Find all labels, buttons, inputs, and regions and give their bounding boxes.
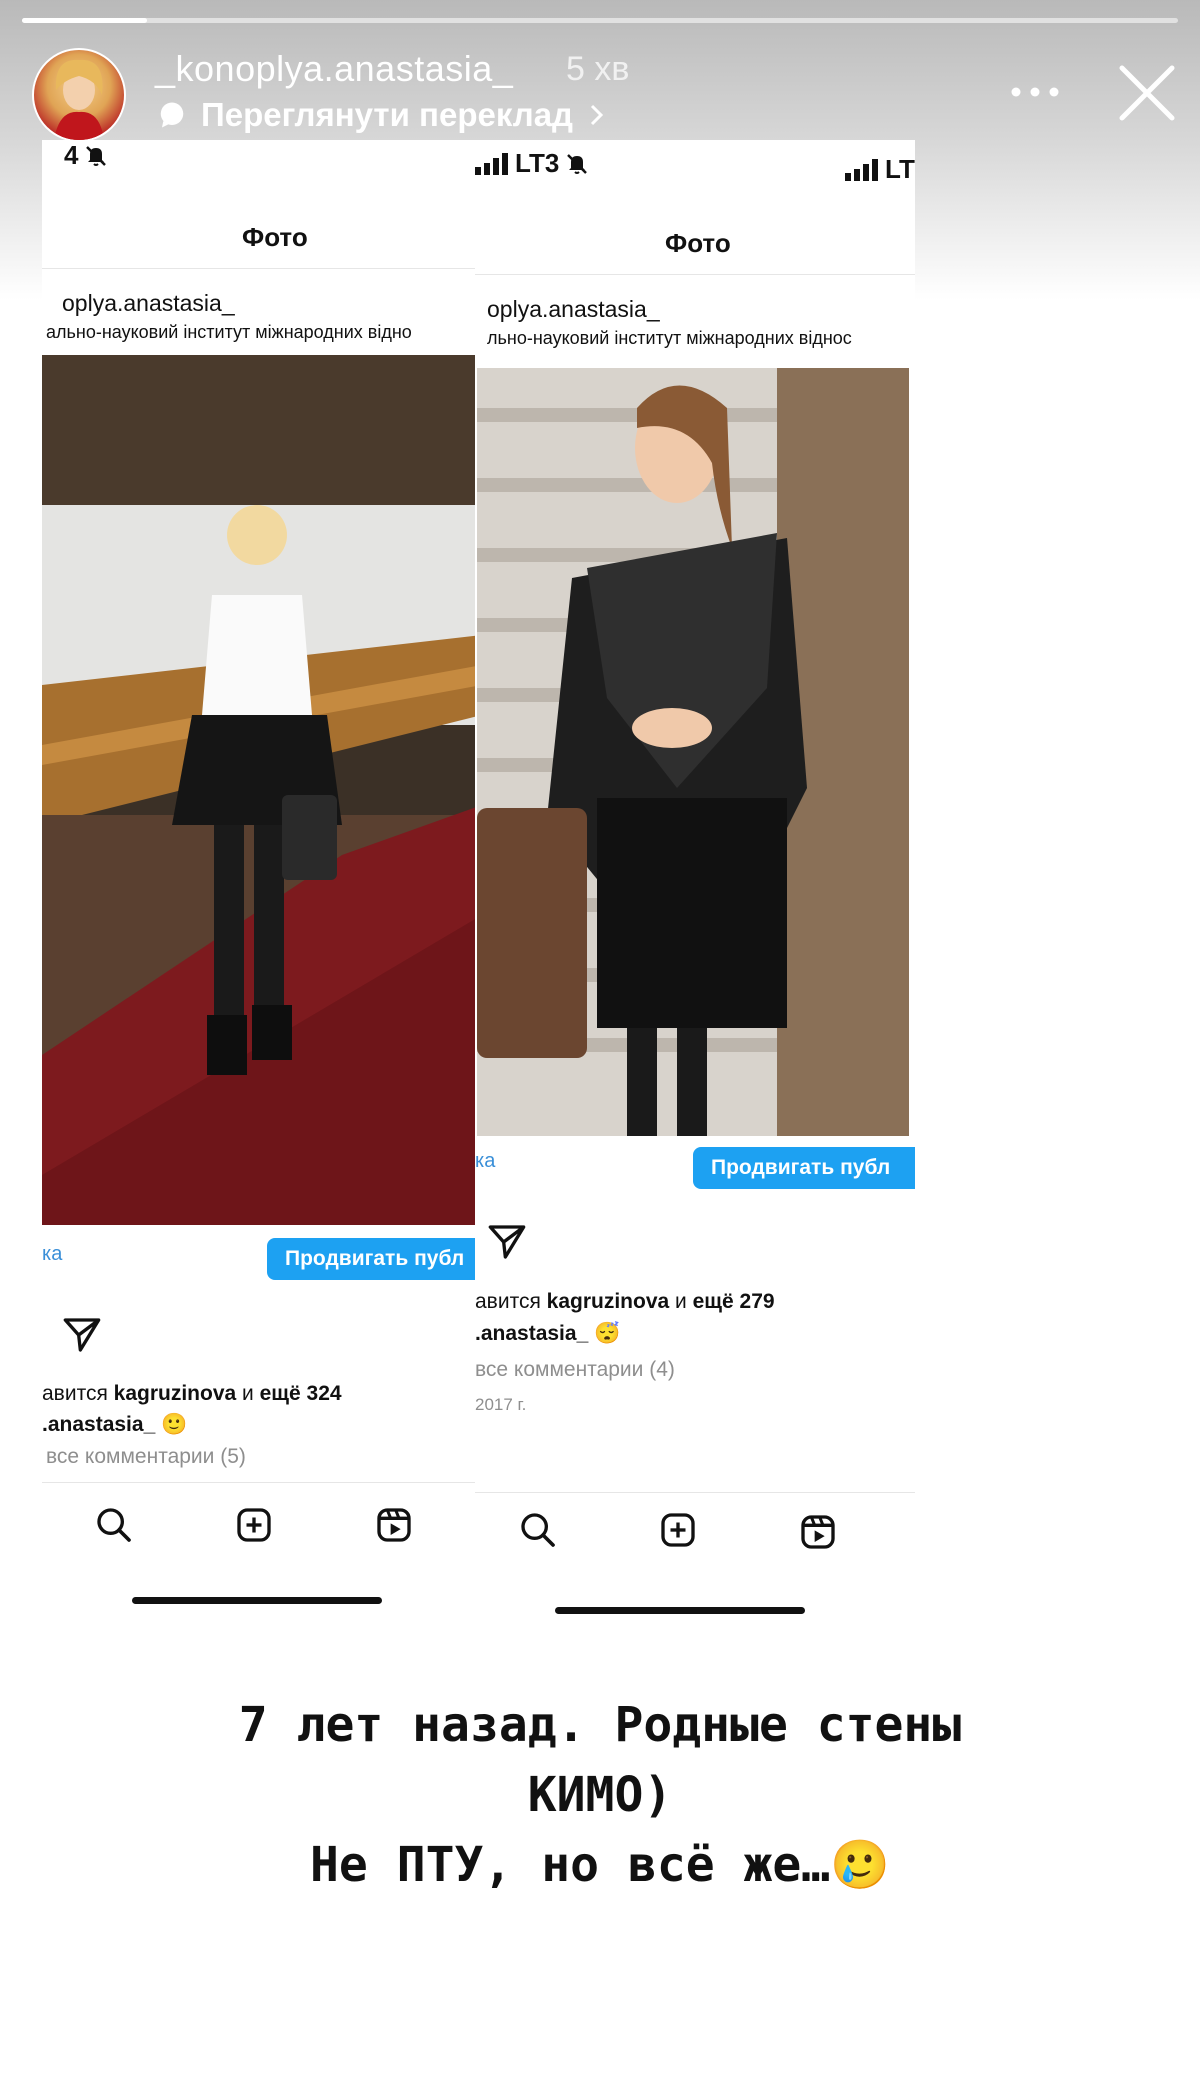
- right-likes-user[interactable]: kagruzinova: [547, 1290, 670, 1313]
- signal-bars-icon: [475, 152, 508, 175]
- right-likes-prefix: авится: [475, 1290, 547, 1313]
- right-post-location[interactable]: льно-науковий інститут міжнародних відно…: [487, 328, 852, 349]
- left-link-fragment[interactable]: ка: [42, 1243, 62, 1266]
- right-likes-line[interactable]: авится kagruzinova и ещё 279: [475, 1290, 775, 1314]
- left-caption: .anastasia_ 🙂: [42, 1413, 187, 1437]
- left-screenshot: 4 Фото oplya.anastasia_ ально-науковий і…: [42, 140, 482, 1610]
- story-time-ago: 5 хв: [566, 50, 630, 88]
- left-likes-count[interactable]: ещё 324: [260, 1382, 342, 1405]
- left-home-indicator: [132, 1597, 382, 1604]
- left-likes-mid: и: [236, 1382, 260, 1405]
- right-home-indicator: [555, 1607, 805, 1614]
- left-header-divider: [42, 268, 482, 269]
- right-share-icon[interactable]: [487, 1222, 527, 1262]
- story-text-line-3-text: Не ПТУ, но всё же…: [310, 1837, 831, 1893]
- chevron-right-icon: [590, 104, 604, 126]
- right-post-username[interactable]: oplya.anastasia_: [487, 296, 660, 323]
- story-username[interactable]: _konoplya.anastasia_: [155, 48, 513, 90]
- left-reels-icon[interactable]: [374, 1505, 414, 1545]
- close-icon[interactable]: [1116, 62, 1178, 124]
- left-search-icon[interactable]: [94, 1505, 134, 1545]
- left-status-count: 4: [64, 140, 79, 170]
- left-post-photo: [42, 355, 482, 1225]
- right-link-fragment[interactable]: ка: [475, 1150, 495, 1173]
- left-likes-prefix: авится: [42, 1382, 114, 1405]
- right-likes-count[interactable]: ещё 279: [693, 1290, 775, 1313]
- right-promote-button[interactable]: Продвигать публ: [693, 1147, 915, 1189]
- right-status-bar-left: LT3: [475, 148, 589, 179]
- left-post-location[interactable]: ально-науковий інститут міжнародних відн…: [46, 322, 412, 343]
- sad-emoji-icon: 🥲: [830, 1837, 890, 1893]
- sleepy-emoji-icon: 😴: [594, 1322, 621, 1345]
- right-comments-link[interactable]: все комментарии (4): [475, 1358, 675, 1382]
- network-type-label: LT: [885, 154, 915, 184]
- signal-bars-icon: [845, 158, 878, 181]
- story-text-line-3: Не ПТУ, но всё же…🥲: [60, 1830, 1140, 1900]
- left-share-icon[interactable]: [62, 1315, 102, 1355]
- right-caption-user[interactable]: .anastasia_: [475, 1322, 588, 1345]
- right-post-photo: [477, 368, 909, 1136]
- see-translation-button[interactable]: Переглянути переклад: [157, 95, 607, 135]
- right-add-post-icon[interactable]: [658, 1510, 698, 1550]
- smile-emoji-icon: 🙂: [161, 1413, 188, 1436]
- right-caption: .anastasia_ 😴: [475, 1322, 620, 1346]
- story-text-line-2: КИМО): [527, 1767, 673, 1823]
- left-post-username[interactable]: oplya.anastasia_: [62, 290, 235, 317]
- left-comments-link[interactable]: все комментарии (5): [46, 1445, 246, 1469]
- right-tabbar-divider: [475, 1492, 915, 1493]
- right-header-divider: [475, 274, 915, 275]
- story-text-line-1: 7 лет назад. Родные стены: [238, 1697, 962, 1753]
- mute-bell-icon: [567, 153, 588, 174]
- mute-bell-icon: [86, 145, 107, 166]
- story-progress-bar: [22, 18, 1178, 23]
- more-dots-icon[interactable]: [1010, 86, 1060, 98]
- right-post-date: 2017 г.: [475, 1395, 527, 1414]
- right-page-title: Фото: [665, 228, 731, 258]
- story-progress-fill: [22, 18, 147, 23]
- left-likes-line[interactable]: авится kagruzinova и ещё 324: [42, 1382, 342, 1406]
- left-likes-user[interactable]: kagruzinova: [114, 1382, 237, 1405]
- right-reels-icon[interactable]: [798, 1512, 838, 1552]
- left-promote-button[interactable]: Продвигать публ: [267, 1238, 482, 1280]
- left-caption-user[interactable]: .anastasia_: [42, 1413, 155, 1436]
- left-page-title: Фото: [242, 222, 308, 252]
- story-caption-text: 7 лет назад. Родные стены КИМО) Не ПТУ, …: [60, 1690, 1140, 1900]
- left-add-post-icon[interactable]: [234, 1505, 274, 1545]
- right-search-icon[interactable]: [518, 1510, 558, 1550]
- left-tabbar-divider: [42, 1482, 482, 1483]
- see-translation-label: Переглянути переклад: [201, 96, 574, 133]
- network-type-label: LT3: [515, 148, 560, 178]
- right-status-bar: LT: [845, 154, 915, 185]
- avatar[interactable]: [32, 48, 126, 142]
- translate-icon: [160, 102, 184, 128]
- left-status-bar: 4: [64, 140, 108, 171]
- right-screenshot: LT3 LT Фото oplya.anastasia_ льно-науков…: [475, 140, 915, 1620]
- right-likes-mid: и: [669, 1290, 693, 1313]
